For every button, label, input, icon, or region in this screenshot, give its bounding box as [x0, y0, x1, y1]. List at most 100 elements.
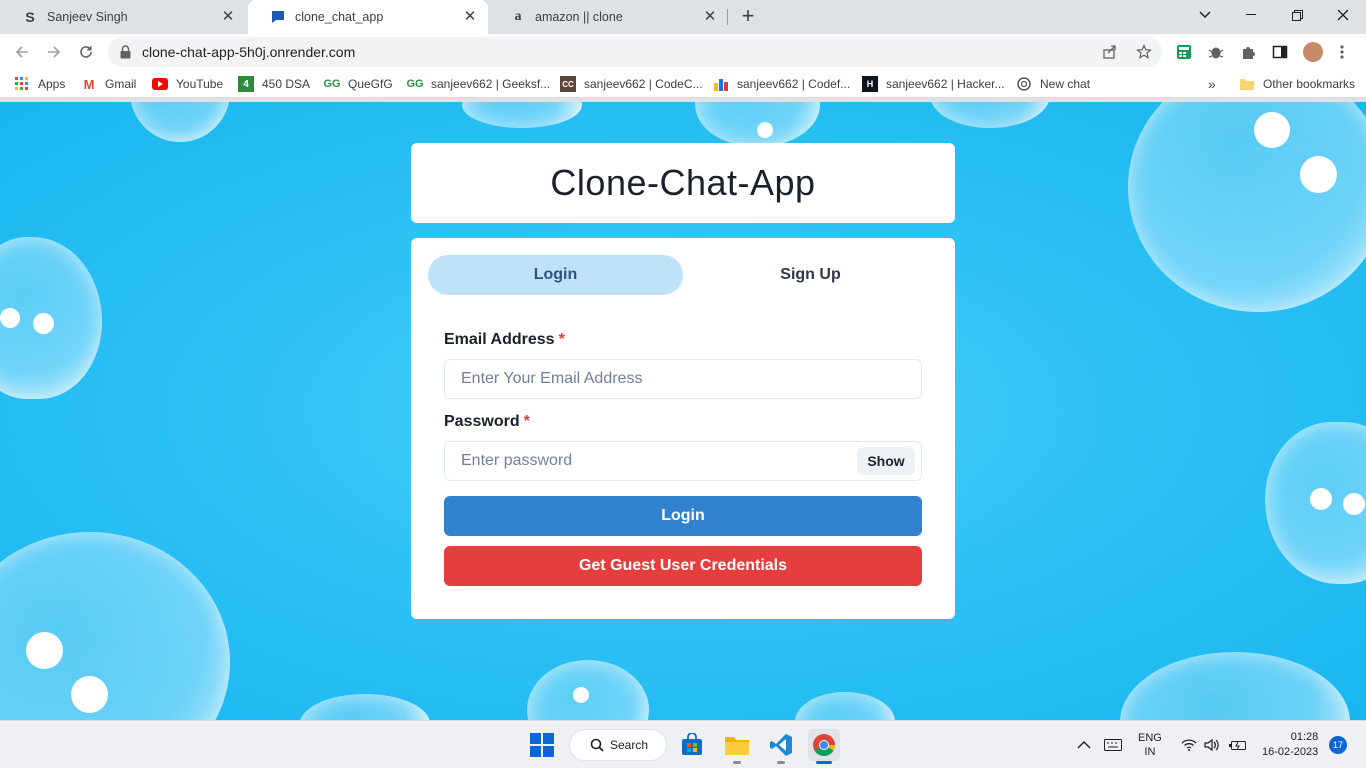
- chrome-icon[interactable]: [808, 729, 840, 761]
- close-window-icon[interactable]: [1320, 0, 1366, 30]
- close-tab-icon[interactable]: ✕: [702, 9, 718, 25]
- password-field[interactable]: Show: [444, 441, 922, 481]
- bookmark-codeforces[interactable]: sanjeev662 | Codef...: [713, 75, 850, 93]
- auth-card: Login Sign Up Email Address* Password * S…: [411, 238, 955, 619]
- hackerrank-icon: H: [862, 76, 878, 92]
- lock-icon[interactable]: [120, 45, 131, 64]
- bookmark-apps[interactable]: Apps: [14, 75, 65, 93]
- bookmark-label: sanjeev662 | CodeC...: [584, 77, 703, 91]
- bookmark-450-dsa[interactable]: 4 450 DSA: [238, 75, 310, 93]
- other-bookmarks[interactable]: Other bookmarks: [1239, 75, 1355, 93]
- close-tab-icon[interactable]: ✕: [462, 9, 478, 25]
- windows-start-icon[interactable]: [526, 729, 558, 761]
- browser-tab-clone-chat-app[interactable]: clone_chat_app ✕: [248, 0, 488, 34]
- close-tab-icon[interactable]: ✕: [220, 9, 236, 25]
- forward-arrow-icon[interactable]: [42, 40, 66, 64]
- email-label: Email Address *: [444, 331, 565, 349]
- reload-icon[interactable]: [74, 40, 98, 64]
- tab-login[interactable]: Login: [428, 255, 683, 295]
- bookmark-label: sanjeev662 | Codef...: [737, 77, 851, 91]
- geeksforgeeks-icon: GG: [406, 78, 424, 90]
- tab-title: amazon || clone: [535, 10, 623, 24]
- background-bubble: [300, 694, 430, 720]
- volume-icon[interactable]: [1204, 721, 1220, 768]
- password-label-text: Password: [444, 413, 520, 430]
- bookmark-quegfg[interactable]: GG QueGfG: [323, 75, 393, 93]
- search-label: Search: [610, 738, 649, 752]
- back-arrow-icon[interactable]: [10, 40, 34, 64]
- show-password-button[interactable]: Show: [857, 447, 915, 475]
- bookmark-new-chat[interactable]: New chat: [1016, 75, 1090, 93]
- email-field[interactable]: [444, 359, 922, 399]
- share-icon[interactable]: [1101, 43, 1119, 61]
- tab-title: clone_chat_app: [295, 10, 384, 24]
- browser-toolbar: clone-chat-app-5h0j.onrender.com: [0, 34, 1366, 70]
- s-letter-icon: S: [25, 9, 35, 25]
- restore-window-icon[interactable]: [1274, 0, 1320, 30]
- language-indicator[interactable]: ENG IN: [1138, 721, 1162, 768]
- other-bookmarks-label: Other bookmarks: [1263, 77, 1356, 91]
- profile-avatar-icon[interactable]: [1303, 42, 1323, 62]
- active-indicator: [816, 761, 832, 764]
- browser-tab-amazon-clone[interactable]: a amazon || clone ✕: [488, 0, 728, 34]
- tab-title: Sanjeev Singh: [47, 10, 128, 24]
- taskbar-search-box[interactable]: Search: [569, 729, 667, 761]
- show-hidden-icons-chevron[interactable]: [1077, 721, 1091, 768]
- password-input[interactable]: [461, 442, 841, 480]
- login-button[interactable]: Login: [444, 496, 922, 536]
- minimize-window-icon[interactable]: [1228, 0, 1274, 30]
- battery-icon[interactable]: [1229, 721, 1247, 768]
- kebab-menu-icon[interactable]: [1333, 43, 1351, 61]
- background-dot: [1300, 156, 1337, 193]
- new-tab-button[interactable]: +: [736, 5, 760, 29]
- background-dot: [26, 632, 63, 669]
- notification-center[interactable]: 17: [1329, 721, 1347, 768]
- wifi-icon[interactable]: [1181, 721, 1197, 768]
- codeforces-bars-icon: [713, 76, 729, 92]
- file-explorer-icon[interactable]: [721, 729, 753, 761]
- bookmark-label: YouTube: [176, 77, 224, 91]
- bookmark-geeksforgeeks[interactable]: GG sanjeev662 | Geeksf...: [406, 75, 550, 93]
- email-input[interactable]: [461, 360, 841, 398]
- bookmarks-bar: Apps M Gmail YouTube 4 450 DSA GG QueGfG…: [0, 70, 1366, 98]
- bug-extension-icon[interactable]: [1207, 43, 1225, 61]
- running-indicator: [733, 761, 741, 764]
- tab-search-chevron-icon[interactable]: [1182, 0, 1228, 30]
- vscode-icon[interactable]: [765, 729, 797, 761]
- extensions-puzzle-icon[interactable]: [1239, 43, 1257, 61]
- required-asterisk: *: [558, 331, 565, 348]
- bookmark-youtube[interactable]: YouTube: [152, 75, 223, 93]
- folder-icon: [1239, 76, 1255, 92]
- bookmark-label: QueGfG: [348, 77, 393, 91]
- bookmarks-overflow-button[interactable]: »: [1208, 75, 1216, 93]
- gmail-icon: M: [83, 76, 95, 92]
- clock[interactable]: 01:28 16-02-2023: [1262, 721, 1318, 768]
- bookmark-label: Gmail: [105, 77, 137, 91]
- geeksforgeeks-icon: GG: [323, 78, 341, 90]
- microsoft-store-icon[interactable]: [676, 729, 708, 761]
- background-bubble: [1128, 102, 1366, 312]
- keyboard-icon[interactable]: [1104, 721, 1122, 768]
- background-bubble: [930, 102, 1050, 128]
- bookmark-codechef[interactable]: CC sanjeev662 | CodeC...: [560, 75, 703, 93]
- openai-icon: [1016, 76, 1032, 92]
- address-bar[interactable]: clone-chat-app-5h0j.onrender.com: [108, 37, 1162, 67]
- background-bubble: [462, 102, 582, 128]
- background-dot: [573, 687, 589, 703]
- bookmark-gmail[interactable]: M Gmail: [81, 75, 137, 93]
- codechef-icon: CC: [560, 76, 576, 92]
- background-dot: [0, 308, 20, 328]
- guest-credentials-button[interactable]: Get Guest User Credentials: [444, 546, 922, 586]
- browser-tab-strip: S Sanjeev Singh ✕ clone_chat_app ✕ a ama…: [0, 0, 1366, 34]
- bookmark-star-icon[interactable]: [1135, 43, 1153, 61]
- bookmark-hackerrank[interactable]: H sanjeev662 | Hacker...: [862, 75, 1005, 93]
- background-bubble: [527, 660, 649, 720]
- side-panel-icon[interactable]: [1271, 43, 1289, 61]
- browser-tab-sanjeev-singh[interactable]: S Sanjeev Singh ✕: [0, 0, 246, 34]
- search-icon: [590, 738, 604, 752]
- tab-sign-up[interactable]: Sign Up: [683, 255, 938, 295]
- chat-app-page: Clone-Chat-App Login Sign Up Email Addre…: [0, 102, 1366, 720]
- running-indicator: [777, 761, 785, 764]
- youtube-icon: [152, 76, 168, 92]
- calculator-extension-icon[interactable]: [1175, 43, 1193, 61]
